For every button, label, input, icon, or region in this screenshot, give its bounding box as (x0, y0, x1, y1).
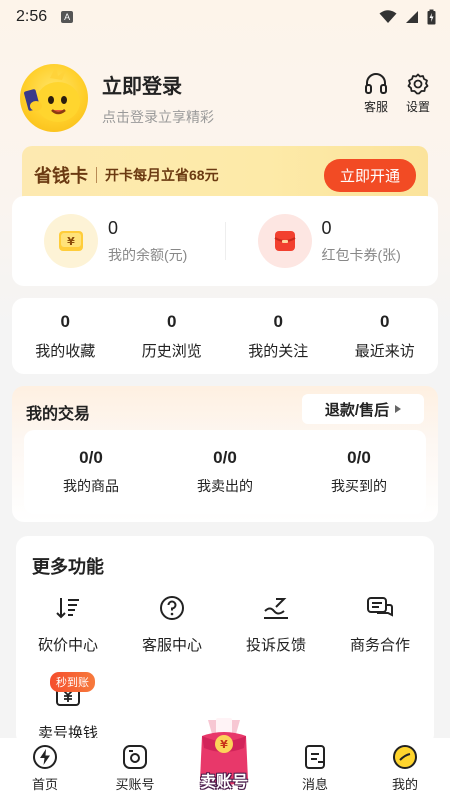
func-label: 客服中心 (141, 637, 202, 654)
func-label: 砍价中心 (37, 637, 98, 654)
func-label: 商务合作 (349, 637, 410, 654)
stat-value: 0 (167, 311, 177, 331)
profile-header[interactable]: 立即登录 点击登录立享精彩 客服 设置 (20, 64, 430, 132)
login-subtitle: 点击登录立享精彩 (102, 108, 214, 125)
trade-label: 我卖出的 (197, 478, 253, 494)
svg-text:¥: ¥ (220, 738, 228, 751)
savings-card-title: 省钱卡 (34, 166, 88, 186)
balance-item[interactable]: ¥ 0 我的余额(元) (12, 214, 225, 268)
trade-sold[interactable]: 0/0 我卖出的 (158, 448, 292, 496)
refund-button[interactable]: 退款/售后 (302, 394, 424, 424)
refund-label: 退款/售后 (324, 401, 390, 419)
help-icon (158, 594, 186, 622)
profile-icon (393, 745, 417, 769)
nav-mine[interactable]: 我的 (360, 738, 450, 793)
trade-value: 0/0 (79, 448, 103, 467)
stat-label: 历史浏览 (141, 342, 202, 360)
customer-service-label: 客服 (363, 100, 388, 114)
coupon-value: 0 (321, 217, 332, 238)
buy-icon (123, 745, 147, 769)
status-icons (379, 9, 436, 25)
nav-label: 我的 (391, 777, 418, 792)
trade-label: 我买到的 (331, 478, 387, 494)
avatar[interactable] (20, 64, 88, 132)
yuan-wallet-icon: ¥ (44, 214, 98, 268)
stat-following[interactable]: 0 我的关注 (225, 312, 332, 361)
nav-label: 消息 (301, 777, 328, 792)
signal-icon (406, 11, 418, 23)
stats-card: 0 我的收藏 0 历史浏览 0 我的关注 0 最近来访 (12, 298, 438, 374)
nav-label: 买账号 (115, 777, 155, 792)
stat-value: 0 (273, 311, 283, 331)
stat-value: 0 (380, 311, 390, 331)
sell-account-label: 卖账号 (199, 774, 248, 791)
nav-label: 首页 (31, 777, 58, 792)
nav-buy-account[interactable]: 买账号 (90, 738, 180, 793)
stat-value: 0 (60, 311, 70, 331)
trade-bought[interactable]: 0/0 我买到的 (292, 448, 426, 496)
stat-favorites[interactable]: 0 我的收藏 (12, 312, 119, 361)
wifi-icon (379, 10, 397, 23)
notification-icon: A (61, 11, 74, 23)
feedback-icon (262, 594, 290, 622)
red-envelope-icon (257, 214, 312, 268)
stat-label: 我的关注 (248, 342, 309, 360)
chat-icon (366, 594, 394, 622)
business-cooperation[interactable]: 商务合作 (328, 594, 432, 655)
stat-history[interactable]: 0 历史浏览 (119, 312, 226, 361)
divider (96, 167, 97, 183)
caret-right-icon (395, 405, 402, 413)
login-title[interactable]: 立即登录 (102, 70, 214, 99)
coupon-label: 红包卡券(张) (321, 246, 401, 263)
customer-service-button[interactable]: 客服 (364, 73, 388, 115)
lightning-icon (33, 745, 57, 769)
trade-card: 我的交易 退款/售后 0/0 我的商品 0/0 我卖出的 0/0 我买到的 (12, 386, 438, 522)
balance-value: 0 (108, 217, 119, 238)
trade-label: 我的商品 (63, 478, 119, 494)
headset-icon (364, 73, 387, 94)
sell-account-button[interactable]: ¥ 卖账号 (188, 714, 260, 794)
trade-value: 0/0 (213, 448, 237, 467)
help-center[interactable]: 客服中心 (120, 594, 224, 655)
stat-label: 最近来访 (354, 342, 415, 360)
activate-button[interactable]: 立即开通 (323, 158, 416, 192)
svg-text:¥: ¥ (67, 235, 75, 248)
status-bar: 2:56 A (0, 0, 450, 34)
trade-my-goods[interactable]: 0/0 我的商品 (24, 448, 158, 496)
status-time: 2:56 (16, 8, 48, 25)
func-label: 投诉反馈 (245, 637, 306, 654)
more-title: 更多功能 (32, 557, 104, 577)
gear-icon (407, 73, 429, 95)
nav-home[interactable]: 首页 (0, 738, 90, 793)
balance-label: 我的余额(元) (108, 246, 188, 263)
trade-title: 我的交易 (26, 406, 91, 423)
nav-messages[interactable]: 消息 (270, 738, 360, 793)
bargain-center[interactable]: 砍价中心 (16, 594, 120, 655)
balance-card: ¥ 0 我的余额(元) 0 红包卡券(张) (12, 196, 438, 286)
settings-label: 设置 (405, 100, 430, 114)
complaint-feedback[interactable]: 投诉反馈 (224, 594, 328, 655)
coupon-item[interactable]: 0 红包卡券(张) (226, 214, 439, 268)
battery-icon (427, 9, 436, 25)
savings-card-desc: 开卡每月立省68元 (105, 167, 219, 183)
mascot-icon (24, 66, 80, 122)
bargain-icon (54, 594, 82, 622)
trade-value: 0/0 (347, 448, 371, 467)
message-icon (305, 745, 325, 769)
stat-visitors[interactable]: 0 最近来访 (332, 312, 439, 361)
settings-button[interactable]: 设置 (406, 73, 430, 115)
stat-label: 我的收藏 (35, 342, 96, 360)
instant-payout-badge: 秒到账 (50, 672, 95, 692)
